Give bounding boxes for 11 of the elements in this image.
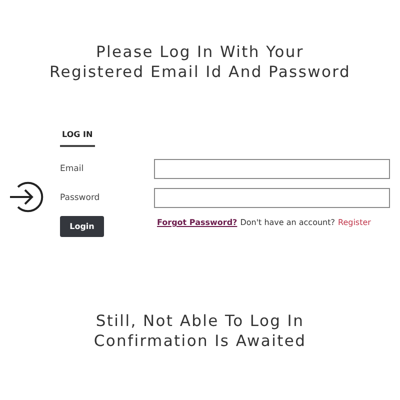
page-heading: Please Log In With Your xyxy=(96,42,304,62)
field-label: Email xyxy=(60,164,84,174)
status-message: Still, Not Able To Log In xyxy=(96,311,304,331)
register-prompt: Don't have an account? xyxy=(240,218,335,227)
forgot-password-link[interactable]: Forgot Password? xyxy=(157,218,238,227)
login-tab[interactable]: LOG IN xyxy=(60,130,95,147)
register-link[interactable]: Register xyxy=(338,218,371,227)
page-heading: Registered Email Id And Password xyxy=(49,62,351,82)
login-button[interactable]: Login xyxy=(60,216,104,237)
status-message: Confirmation Is Awaited xyxy=(94,331,306,351)
field-label: Password xyxy=(60,193,100,203)
